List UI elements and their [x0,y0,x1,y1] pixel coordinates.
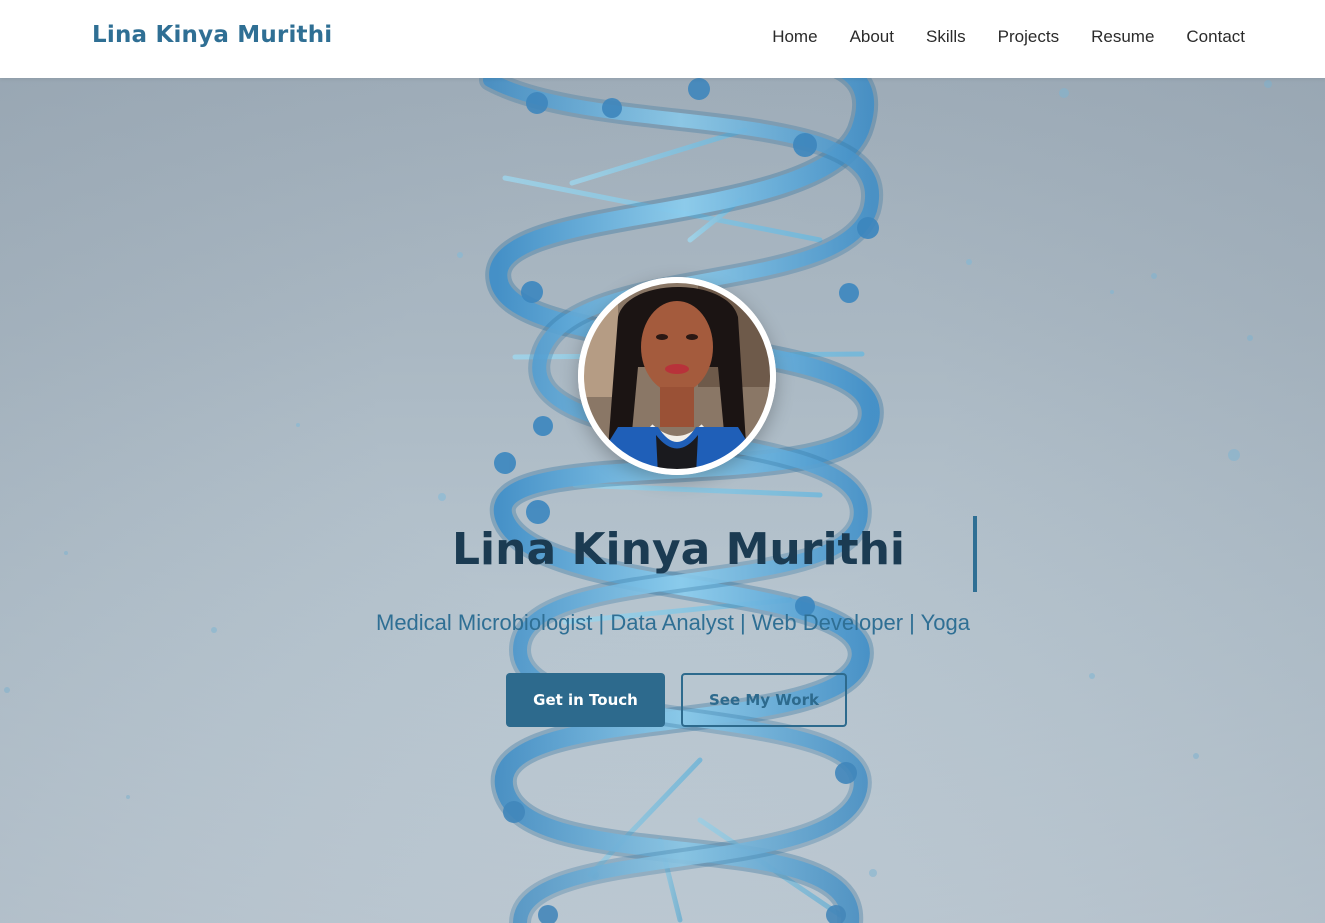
profile-photo-icon [578,277,776,475]
page: Lina Kinya Murithi Home About Skills Pro… [0,0,1325,923]
nav-link-contact[interactable]: Contact [1186,27,1245,47]
nav-link-resume[interactable]: Resume [1091,27,1154,47]
typing-cursor [973,516,977,592]
profile-avatar [578,277,776,475]
hero-subtitle: Medical Microbiologist | Data Analyst | … [376,610,970,635]
navbar: Lina Kinya Murithi Home About Skills Pro… [0,0,1325,78]
nav-link-about[interactable]: About [850,27,894,47]
hero-title: Lina Kinya Murithi [452,524,905,575]
get-in-touch-button[interactable]: Get in Touch [506,673,665,727]
nav-menu: Home About Skills Projects Resume Contac… [740,27,1245,47]
nav-link-home[interactable]: Home [772,27,817,47]
brand-logo-link[interactable]: Lina Kinya Murithi [92,22,332,48]
see-my-work-button[interactable]: See My Work [681,673,847,727]
nav-link-skills[interactable]: Skills [926,27,966,47]
nav-link-projects[interactable]: Projects [998,27,1059,47]
